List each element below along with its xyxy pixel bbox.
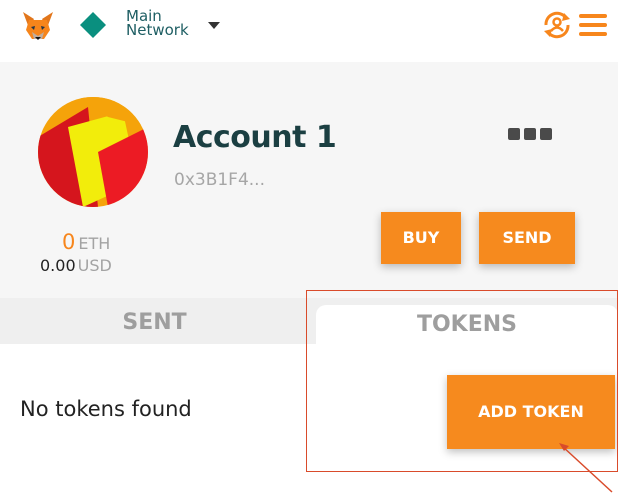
eth-amount: 0	[62, 230, 76, 254]
app-header: Main Network	[0, 0, 618, 62]
empty-tokens-message: No tokens found	[20, 397, 192, 421]
chevron-down-icon[interactable]	[208, 22, 220, 29]
send-button[interactable]: SEND	[479, 212, 575, 264]
account-sync-icon[interactable]	[540, 9, 574, 41]
account-name: Account 1	[173, 120, 337, 155]
network-label-line2: Network	[126, 21, 189, 39]
account-address[interactable]: 0x3B1F4...	[174, 170, 265, 190]
usd-balance: 0.00 USD	[40, 256, 112, 275]
add-token-button[interactable]: ADD TOKEN	[447, 375, 615, 449]
account-avatar	[38, 97, 148, 207]
tab-sent[interactable]: SENT	[0, 298, 309, 344]
buy-button[interactable]: BUY	[381, 212, 461, 264]
eth-unit: ETH	[78, 234, 111, 253]
usd-amount: 0.00	[40, 256, 76, 275]
eth-balance: 0 ETH	[62, 230, 154, 254]
network-selector[interactable]: Main Network	[126, 9, 216, 39]
hamburger-menu-icon[interactable]	[576, 12, 610, 38]
more-dots-icon[interactable]	[508, 128, 554, 142]
usd-unit: USD	[77, 256, 112, 275]
metamask-fox-icon[interactable]	[20, 8, 56, 44]
network-diamond-icon[interactable]	[80, 12, 106, 38]
tab-tokens[interactable]: TOKENS	[316, 305, 618, 344]
